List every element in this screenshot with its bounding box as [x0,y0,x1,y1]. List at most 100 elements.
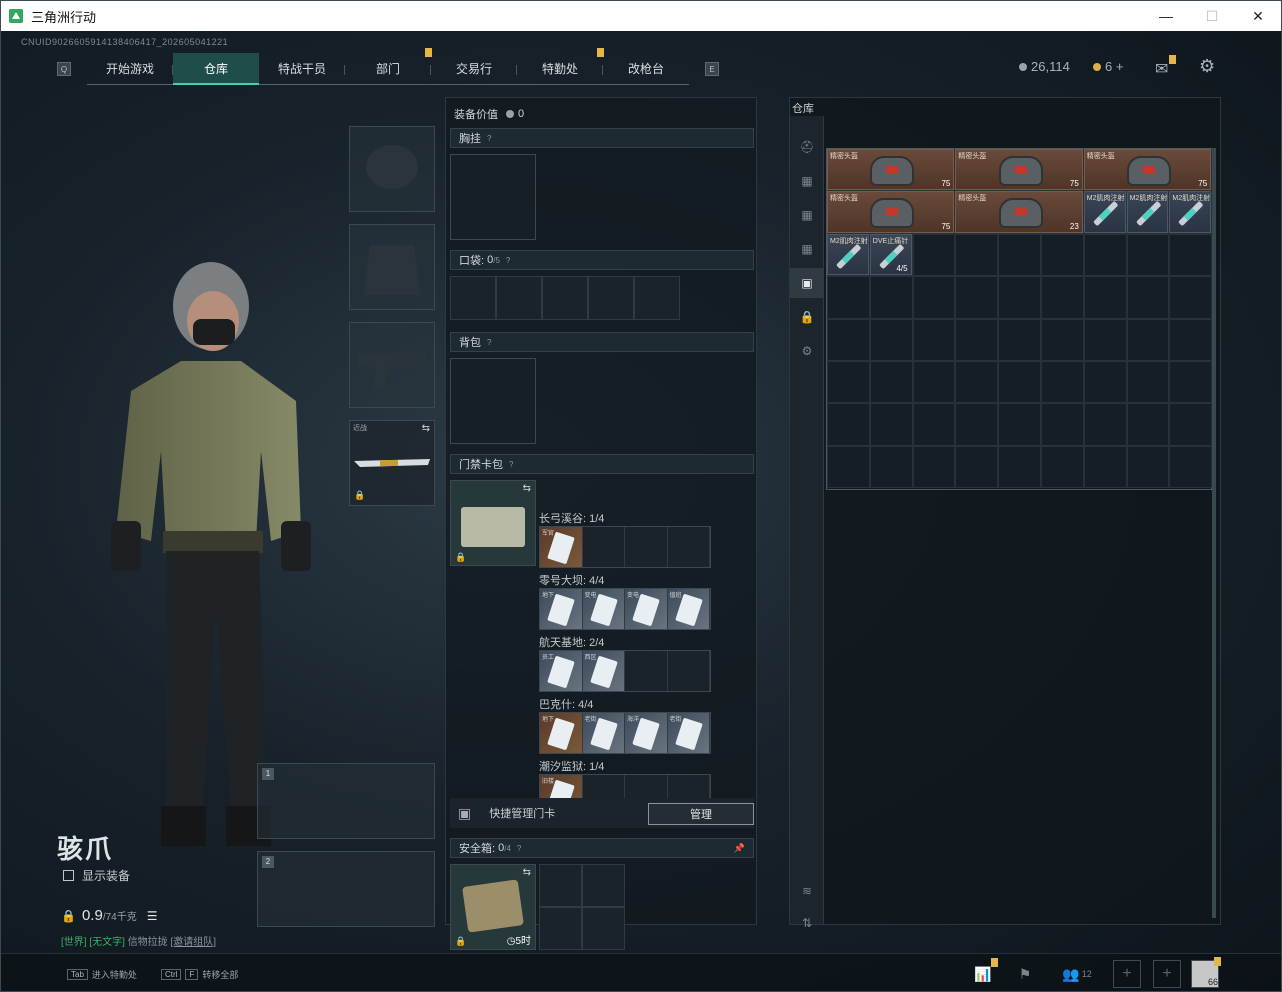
stash-cell[interactable] [912,276,956,319]
safebox-grid[interactable] [539,864,625,950]
stash-cell[interactable] [1169,276,1213,319]
backpack-slot[interactable] [450,358,536,444]
empty-card-slot[interactable] [625,775,668,799]
empty-card-slot[interactable] [625,527,668,567]
stash-page-3-icon[interactable]: ▦ [790,234,824,264]
armor-slot[interactable] [349,224,435,310]
stash-cell[interactable] [912,445,956,489]
stash-cell[interactable] [1040,445,1084,489]
stash-cell[interactable] [827,360,870,404]
keycard-item[interactable]: 西区 [582,651,625,691]
stash-cell[interactable] [912,360,956,404]
empty-card-slot[interactable] [583,527,625,567]
stash-cell[interactable] [869,360,913,404]
stash-cell[interactable] [1169,318,1213,361]
stash-cell[interactable] [1083,403,1127,446]
primary-weapon-slot-1[interactable]: 1 [257,763,435,839]
stash-cell[interactable] [869,403,913,446]
sort-icon[interactable]: ⇅ [790,908,824,938]
stash-cell[interactable] [912,233,956,277]
keycard-case-slot[interactable]: ⇆ 🔒 [450,480,536,566]
stash-cell[interactable] [1040,360,1084,404]
stash-cell[interactable] [1126,318,1170,361]
stash-cell[interactable] [1083,233,1127,277]
nav-next-key[interactable]: E [705,62,719,76]
layers-icon[interactable]: ≋ [790,876,824,906]
stash-cell[interactable] [827,403,870,446]
keycard-item[interactable]: 变电 [582,589,625,629]
keycard-row[interactable]: 旧楼 [539,774,711,800]
stash-cell[interactable] [1040,276,1084,319]
keycard-item[interactable]: 地下 [540,713,583,753]
syringe-item[interactable]: M2肌肉注射 [827,233,869,276]
safebox-slot[interactable]: ⇆ 🔒 ◷5时 [450,864,536,950]
chest-rig-slot[interactable] [450,154,536,240]
stash-cell[interactable] [1083,318,1127,361]
keycard-item[interactable]: 值班 [667,589,710,629]
syringe-item[interactable]: DVE止痛针 4/5 [869,233,912,276]
helmet-item[interactable]: 精密头盔 23 [955,191,1083,233]
pocket-grid[interactable] [450,276,680,320]
stash-cell[interactable] [912,318,956,361]
tab-gunsmith[interactable]: 改枪台 [603,53,689,85]
stash-cell[interactable] [1040,318,1084,361]
stash-page-2-icon[interactable]: ▦ [790,200,824,230]
tab-hint[interactable]: Tab 进入特勤处 [67,968,137,981]
empty-card-slot[interactable] [625,651,668,691]
stash-cell[interactable] [827,445,870,489]
stash-cell[interactable] [955,445,999,489]
keycard-item[interactable]: 海洋 [625,713,668,753]
flag-icon[interactable]: ⚑ [1013,962,1037,986]
stash-cell[interactable] [1083,276,1127,319]
stash-cell[interactable] [955,360,999,404]
syringe-item[interactable]: M2肌肉注射 [1169,191,1212,233]
settings-gear-icon[interactable]: ⚙ [1199,56,1215,77]
helmet-item[interactable]: 精密头盔 75 [1083,149,1212,191]
stats-icon[interactable]: 📊 [971,958,998,986]
helmet-item[interactable]: 精密头盔 75 [827,149,955,191]
stash-cell[interactable] [998,318,1041,361]
melee-slot[interactable]: 近战 ⇆ 🔒 [349,420,435,506]
syringe-item[interactable]: M2肌肉注射 [1083,191,1126,233]
empty-card-slot[interactable] [668,651,710,691]
keycard-row[interactable]: 地下 变电 变电 值班 [539,588,711,630]
stash-cell[interactable] [1126,445,1170,489]
stash-cell[interactable] [1040,403,1084,446]
stash-cell[interactable] [1126,276,1170,319]
stash-cell[interactable] [869,318,913,361]
tab-start-game[interactable]: 开始游戏 [87,53,173,85]
avatar[interactable]: 66 [1191,957,1221,988]
stash-cell[interactable] [998,403,1041,446]
maximize-button[interactable]: ☐ [1189,1,1235,31]
stash-page-1-icon[interactable]: ▦ [790,166,824,196]
keycard-item[interactable]: 军官 [540,527,583,567]
tab-department[interactable]: 部门 [345,48,432,85]
close-button[interactable]: ✕ [1235,1,1281,31]
keycard-item[interactable]: 员工 [540,651,583,691]
tab-operators[interactable]: 特战干员 [259,53,345,85]
keycard-row[interactable]: 地下 老街 海洋 老街 [539,712,711,754]
keycard-row[interactable]: 军官 [539,526,711,568]
stash-page-4-icon[interactable]: ▣ [790,268,824,298]
keycard-item[interactable]: 老街 [667,713,710,753]
add-teammate-button-2[interactable]: + [1153,960,1181,988]
stash-cell[interactable] [1169,445,1213,489]
primary-weapon-slot-2[interactable]: 2 [257,851,435,927]
empty-card-slot[interactable] [668,775,710,799]
stash-cell[interactable] [827,318,870,361]
transfer-hint[interactable]: Ctrl F 转移全部 [161,968,238,981]
keycard-item[interactable]: 变电 [625,589,668,629]
stash-cell[interactable] [955,403,999,446]
gold-currency[interactable]: 6 + [1093,59,1123,74]
stash-cell[interactable] [869,276,913,319]
empty-card-slot[interactable] [583,775,625,799]
stash-cell[interactable] [1126,403,1170,446]
helmet-slot[interactable] [349,126,435,212]
stash-cell[interactable] [827,276,870,319]
stash-cell[interactable] [955,318,999,361]
stash-cell[interactable] [1083,360,1127,404]
keycard-item[interactable]: 老街 [582,713,625,753]
pistol-slot[interactable] [349,322,435,408]
stash-cell[interactable] [1169,360,1213,404]
stash-cell[interactable] [912,403,956,446]
